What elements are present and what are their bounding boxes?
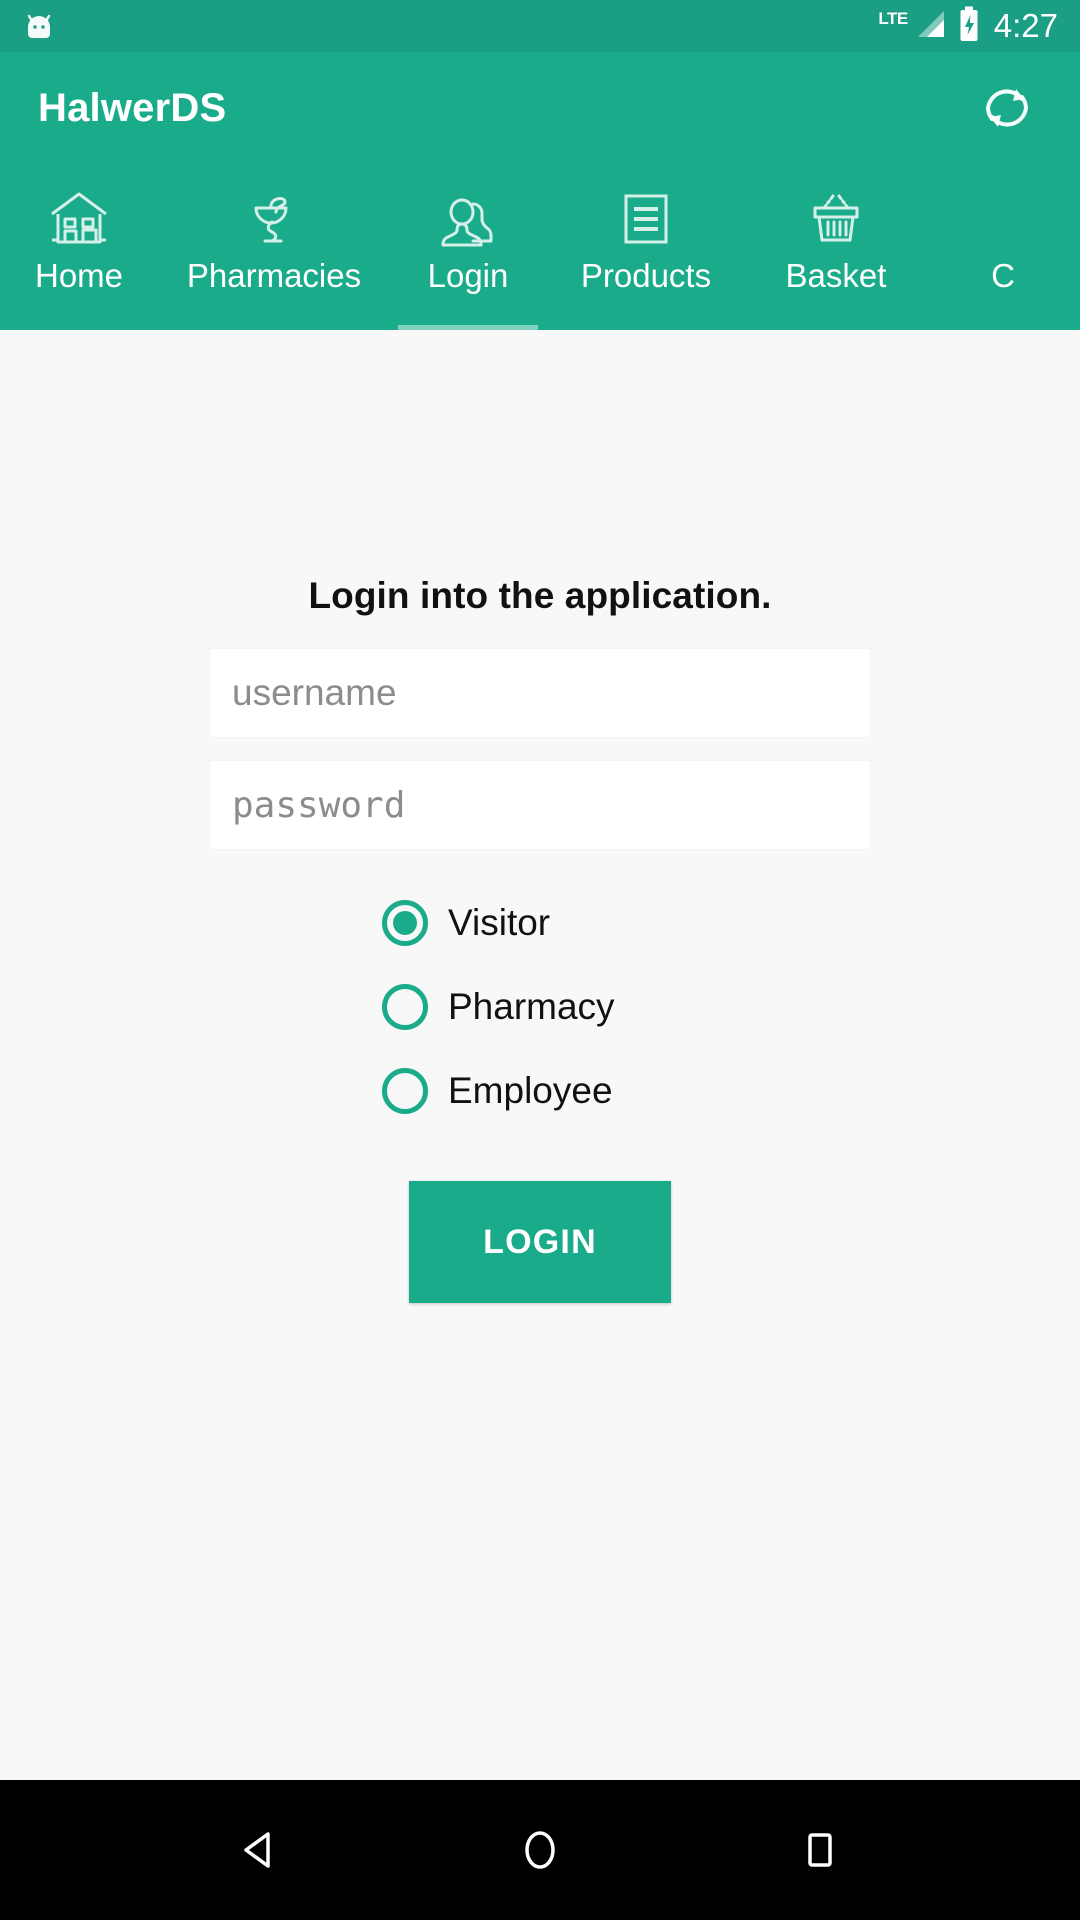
app-bar: HalwerDS [0,52,1080,164]
radio-label-visitor: Visitor [448,902,551,943]
home-circle-icon[interactable] [480,1790,600,1910]
tab-bar[interactable]: Home Pharmacies Login Products Basket C [0,164,1080,330]
tab-label-basket: Basket [785,257,887,294]
radio-button-icon[interactable] [382,900,428,946]
password-input[interactable]: password [210,761,870,849]
tab-label-login: Login [427,257,509,294]
tab-products[interactable]: Products [546,164,746,330]
tab-label-pharmacies: Pharmacies [186,257,362,294]
phone-screen: LTE 4:27 HalwerDS Home Pharmacies Login … [0,0,1080,1920]
login-form-area: Login into the application. username pas… [0,330,1080,1780]
radio-button-icon[interactable] [382,984,428,1030]
app-bar-actions [972,73,1042,143]
signal-bars-icon [914,7,948,46]
android-nav-bar [0,1780,1080,1920]
tab-login[interactable]: Login [390,164,546,330]
tab-basket[interactable]: Basket [746,164,926,330]
login-button[interactable]: LOGIN [409,1181,671,1303]
shopping-basket-icon [803,186,869,252]
tab-label-partial-next: C [991,257,1015,294]
back-triangle-icon[interactable] [200,1790,320,1910]
radio-option-employee[interactable]: Employee [382,1055,613,1127]
android-head-icon [22,13,56,39]
radio-button-icon[interactable] [382,1068,428,1114]
list-document-icon [613,186,679,252]
radio-option-visitor[interactable]: Visitor [382,887,550,959]
username-input[interactable]: username [210,649,870,737]
page-title: Login into the application. [308,575,772,616]
app-title: HalwerDS [38,85,227,130]
network-type-label: LTE [878,8,908,28]
bowl-of-hygieia-icon [241,186,307,252]
tab-pharmacies[interactable]: Pharmacies [158,164,390,330]
tab-partial-next[interactable]: C [926,164,1080,330]
radio-label-pharmacy: Pharmacy [448,986,615,1027]
radio-label-employee: Employee [448,1070,613,1111]
tab-label-products: Products [580,257,712,294]
house-icon [46,186,112,252]
clock-label: 4:27 [993,7,1058,44]
recents-square-icon[interactable] [760,1790,880,1910]
radio-option-pharmacy[interactable]: Pharmacy [382,971,615,1043]
two-people-icon [435,186,501,252]
battery-charging-icon [958,6,980,47]
tab-home[interactable]: Home [0,164,158,330]
status-bar: LTE 4:27 [0,0,1080,52]
refresh-icon[interactable] [972,73,1042,143]
status-bar-right: LTE 4:27 [878,6,1058,47]
status-bar-left [22,13,56,39]
tab-label-home: Home [34,257,124,294]
role-radio-group: Visitor Pharmacy Employee [210,887,870,1139]
